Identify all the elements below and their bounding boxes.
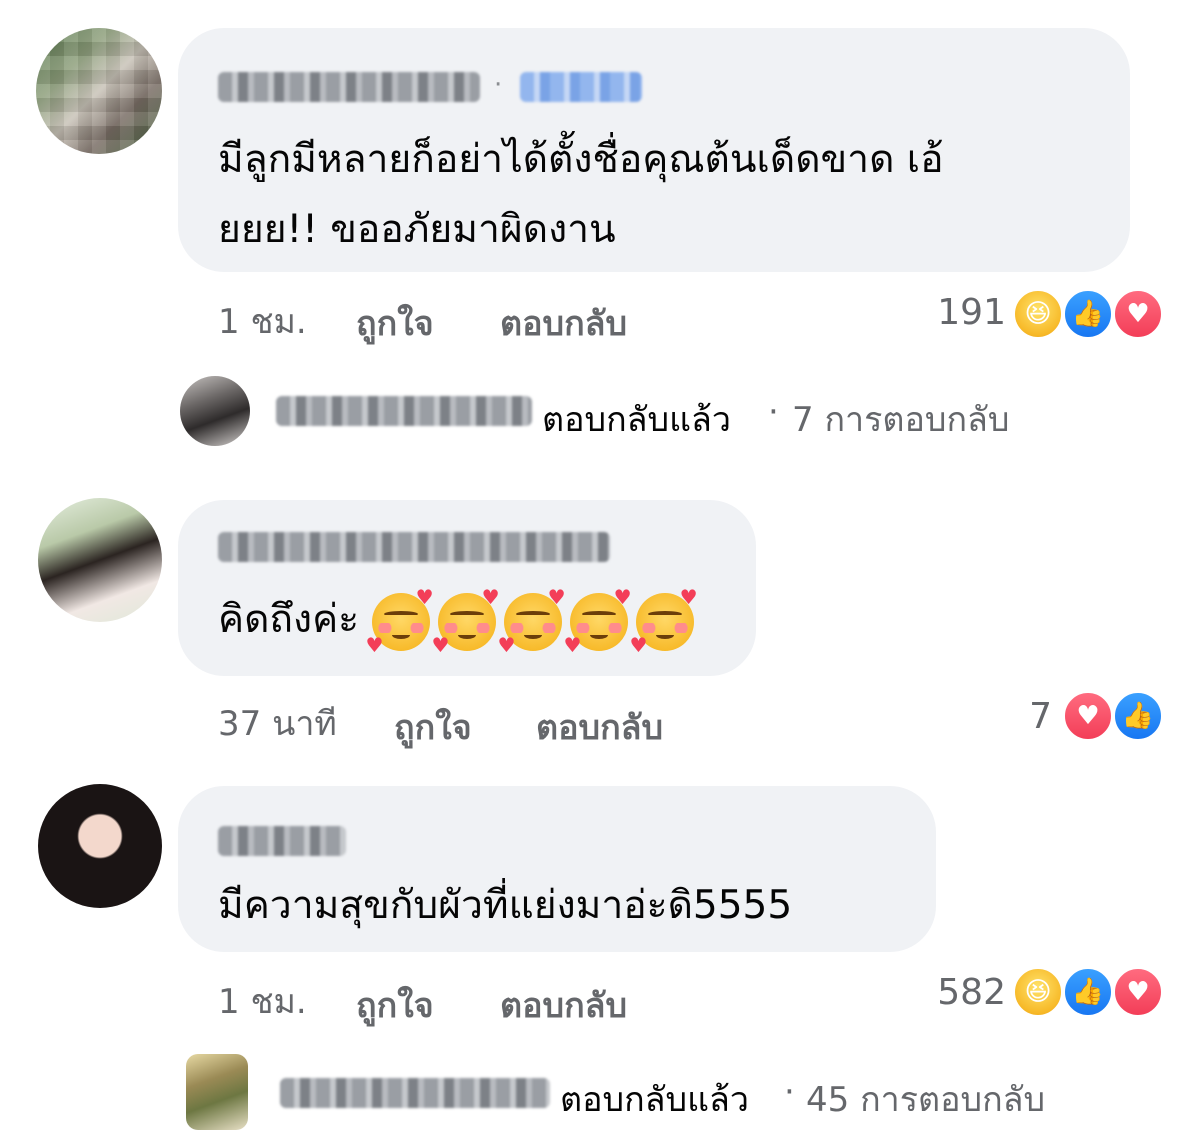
name-separator: · xyxy=(494,70,503,100)
comment-text-line-2: ยยย!! ขออภัยมาผิดงาน xyxy=(218,207,616,252)
commenter-tag-blurred[interactable] xyxy=(520,72,642,102)
like-link[interactable]: ถูกใจ xyxy=(394,700,472,754)
reply-link[interactable]: ตอบกลับ xyxy=(500,978,627,1032)
reply-avatar[interactable] xyxy=(186,1054,248,1130)
replies-count-link[interactable]: 45 การตอบกลับ xyxy=(806,1072,1045,1126)
love-icon[interactable]: ♥ xyxy=(1112,966,1164,1018)
love-icon[interactable]: ♥ xyxy=(1062,690,1114,742)
comment-text-line-1: มีลูกมีหลายก็อย่าได้ตั้งชื่อคุณต้นเด็ดขา… xyxy=(218,137,944,182)
reaction-count[interactable]: 582 xyxy=(910,972,1006,1013)
replier-name-blurred[interactable] xyxy=(280,1078,550,1108)
haha-icon[interactable]: 😆 xyxy=(1012,288,1064,340)
commenter-avatar[interactable] xyxy=(38,498,162,622)
comment-text: มีความสุขกับผัวที่แย่งมาอ่ะดิ5555 xyxy=(218,883,793,928)
replied-label[interactable]: ตอบกลับแล้ว xyxy=(560,1072,749,1126)
replies-count-link[interactable]: 7 การตอบกลับ xyxy=(792,392,1009,446)
reply-link[interactable]: ตอบกลับ xyxy=(536,700,663,754)
comments-section: · มีลูกมีหลายก็อย่าได้ตั้งชื่อคุณต้นเด็ด… xyxy=(0,0,1200,1143)
like-link[interactable]: ถูกใจ xyxy=(356,978,434,1032)
smiling-face-with-hearts-emoji: ♥ ♥ xyxy=(365,584,434,657)
like-link[interactable]: ถูกใจ xyxy=(356,296,434,350)
reply-link[interactable]: ตอบกลับ xyxy=(500,296,627,350)
replier-name-blurred[interactable] xyxy=(276,396,532,426)
comment-timestamp[interactable]: 1 ชม. xyxy=(218,294,307,348)
smiling-face-with-hearts-emoji: ♥ ♥ xyxy=(431,584,500,657)
like-icon[interactable]: 👍 xyxy=(1062,288,1114,340)
commenter-avatar[interactable] xyxy=(36,28,162,154)
emoji-row: ♥ ♥ ♥ ♥ ♥ ♥ ♥ ♥ ♥ ♥ xyxy=(366,587,702,655)
commenter-name-blurred[interactable] xyxy=(218,72,480,102)
smiling-face-with-hearts-emoji: ♥ ♥ xyxy=(563,584,632,657)
like-icon[interactable]: 👍 xyxy=(1112,690,1164,742)
smiling-face-with-hearts-emoji: ♥ ♥ xyxy=(629,584,698,657)
comment-timestamp[interactable]: 1 ชม. xyxy=(218,974,307,1028)
like-icon[interactable]: 👍 xyxy=(1062,966,1114,1018)
comment-text-content: คิดถึงค่ะ xyxy=(218,597,360,642)
comment-text: คิดถึงค่ะ ♥ ♥ ♥ ♥ ♥ ♥ ♥ ♥ ♥ ♥ xyxy=(218,584,702,656)
commenter-avatar[interactable] xyxy=(38,784,162,908)
commenter-name-blurred[interactable] xyxy=(218,826,346,856)
commenter-name-blurred[interactable] xyxy=(218,532,610,562)
replies-separator: · xyxy=(768,392,779,432)
comment-timestamp[interactable]: 37 นาที xyxy=(218,696,337,750)
smiling-face-with-hearts-emoji: ♥ ♥ xyxy=(497,584,566,657)
replies-separator: · xyxy=(784,1072,795,1112)
reaction-count[interactable]: 7 xyxy=(1000,696,1052,737)
haha-icon[interactable]: 😆 xyxy=(1012,966,1064,1018)
reaction-count[interactable]: 191 xyxy=(920,292,1006,333)
reply-avatar[interactable] xyxy=(180,376,250,446)
replied-label[interactable]: ตอบกลับแล้ว xyxy=(542,392,731,446)
love-icon[interactable]: ♥ xyxy=(1112,288,1164,340)
